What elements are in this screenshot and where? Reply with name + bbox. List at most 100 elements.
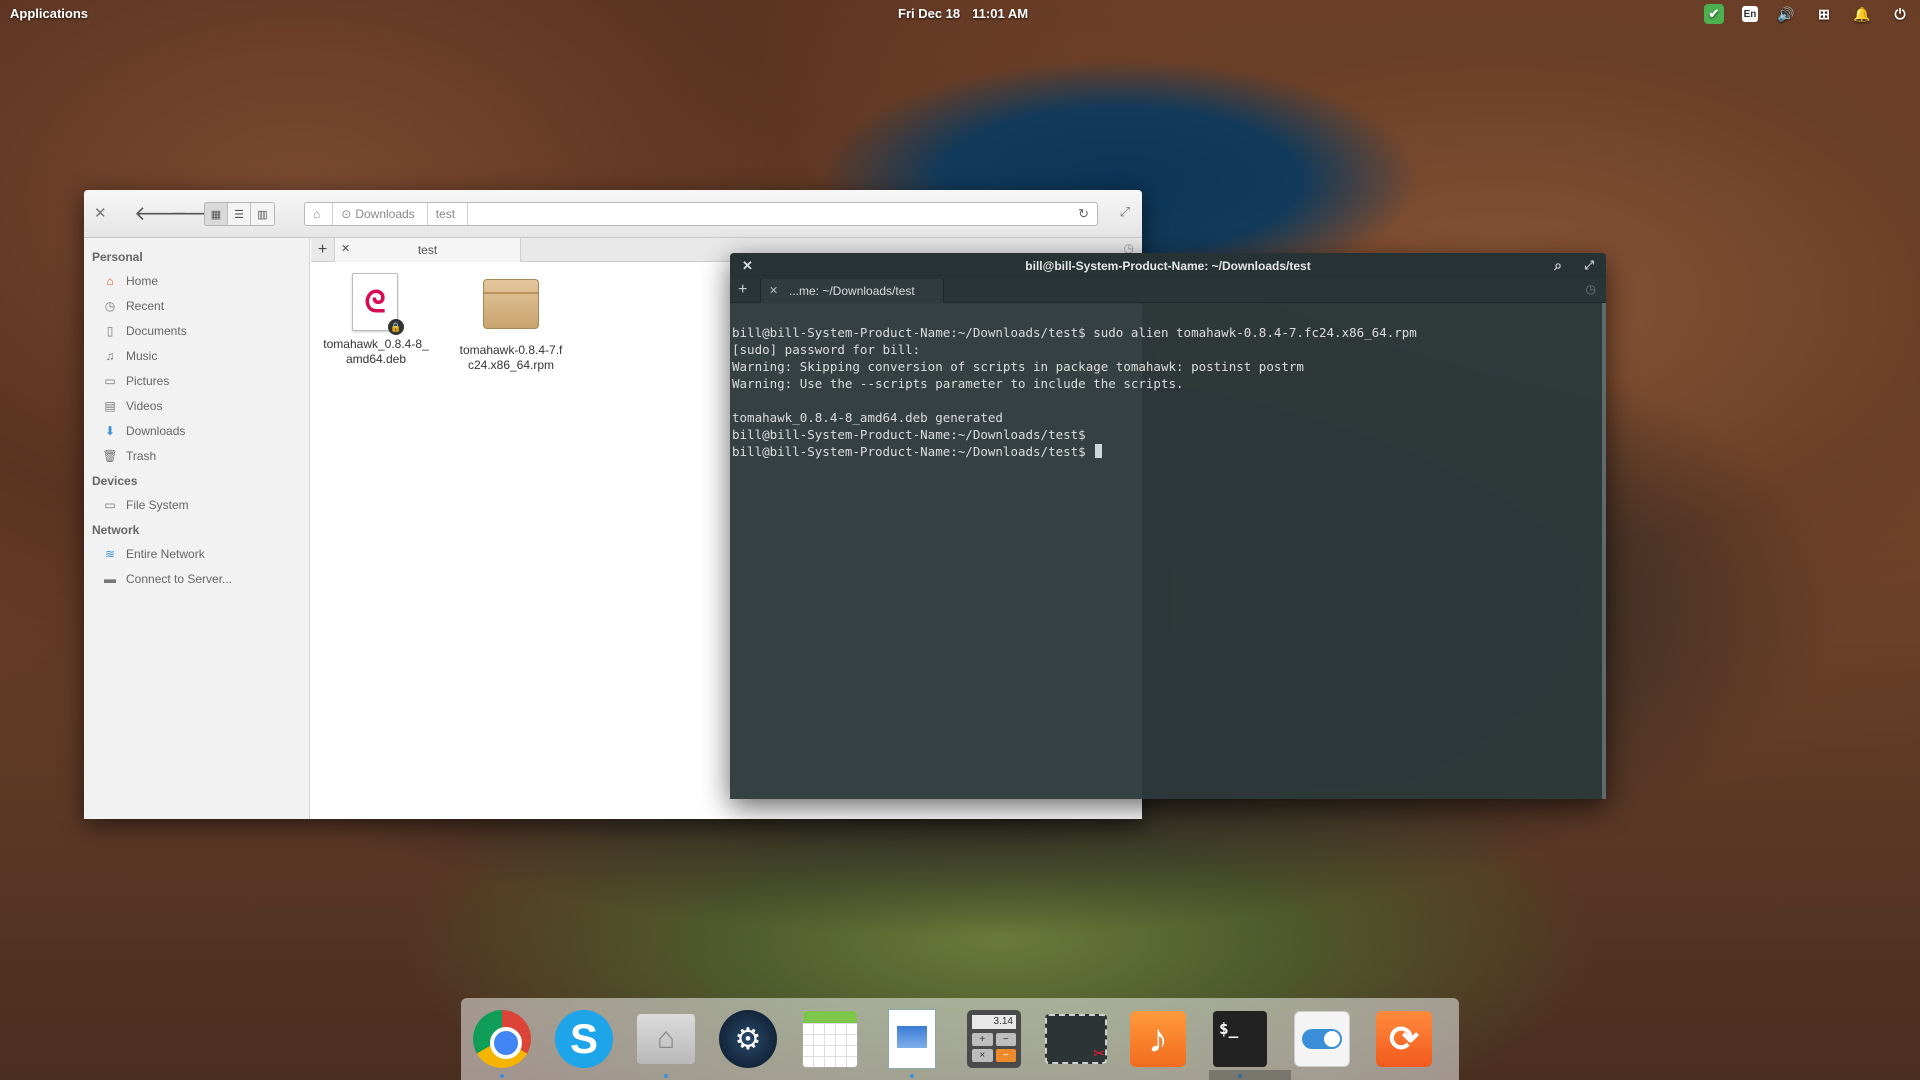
clock[interactable]: Fri Dec 18 11:01 AM [898, 6, 1028, 21]
dock-item-switchboard[interactable] [1291, 1008, 1353, 1070]
file-name-line2: amd64.deb [345, 352, 407, 366]
sidebar-item-documents[interactable]: ▯ Documents [84, 318, 309, 343]
calculator-display: 3.14 [972, 1015, 1016, 1029]
running-indicator [500, 1074, 504, 1078]
notifications-icon[interactable]: 🔔 [1852, 4, 1872, 24]
column-view-icon[interactable]: ▥ [251, 203, 274, 225]
file-name-line2: c24.x86_64.rpm [467, 358, 555, 372]
view-switcher: ▦ ☰ ▥ [204, 202, 275, 226]
sidebar-header-personal: Personal [92, 250, 143, 264]
terminal-output[interactable]: bill@bill-System-Product-Name:~/Download… [730, 303, 1606, 498]
sidebar-item-label: Entire Network [126, 546, 205, 561]
path-segment-label: Downloads [355, 207, 415, 221]
terminal-scrollbar[interactable] [1602, 303, 1606, 799]
calendar-icon [802, 1010, 858, 1068]
reload-icon[interactable]: ↻ [1078, 206, 1089, 222]
dock-item-steam[interactable]: ⚙ [717, 1008, 779, 1070]
sidebar-item-videos[interactable]: ▤ Videos [84, 393, 309, 418]
new-tab-button[interactable]: + [311, 238, 335, 262]
power-icon[interactable]: ⏻ [1890, 4, 1910, 24]
videos-icon: ▤ [104, 398, 116, 413]
close-icon[interactable]: ✕ [742, 258, 753, 274]
expand-icon[interactable]: ⤢ [1584, 258, 1594, 273]
skype-icon: S [555, 1010, 613, 1068]
drive-icon: ▭ [104, 497, 116, 512]
dock-item-screenshot[interactable]: ✂ [1045, 1008, 1107, 1070]
running-indicator [664, 1074, 668, 1078]
tab-test[interactable]: ✕ test [335, 238, 521, 262]
tab-history-icon[interactable]: ◷ [1586, 282, 1596, 296]
close-tab-icon[interactable]: ✕ [341, 242, 350, 255]
sidebar-item-entire-network[interactable]: ≋ Entire Network [84, 541, 309, 566]
terminal-line: bill@bill-System-Product-Name:~/Download… [732, 444, 1094, 459]
sidebar-item-recent[interactable]: ◷ Recent [84, 293, 309, 318]
path-segment-downloads[interactable]: ⊙ Downloads [333, 203, 428, 225]
sidebar-item-music[interactable]: ♫ Music [84, 343, 309, 368]
lock-icon: 🔒 [388, 319, 404, 335]
wifi-icon: ≋ [104, 546, 116, 561]
check-icon[interactable]: ✔ [1704, 4, 1724, 24]
sidebar-item-home[interactable]: ⌂ Home [84, 268, 309, 293]
close-tab-icon[interactable]: ✕ [769, 284, 778, 297]
applications-menu[interactable]: Applications [10, 6, 88, 21]
sidebar-item-pictures[interactable]: ▭ Pictures [84, 368, 309, 393]
dock-item-skype[interactable]: S [553, 1008, 615, 1070]
path-segment-test[interactable]: test [428, 203, 469, 225]
terminal-title: bill@bill-System-Product-Name: ~/Downloa… [1025, 259, 1311, 273]
dock-item-chrome[interactable] [471, 1008, 533, 1078]
file-item-rpm[interactable]: tomahawk-0.8.4-7.f c24.x86_64.rpm [446, 273, 576, 373]
sidebar-item-downloads[interactable]: ⬇ Downloads [84, 418, 309, 443]
path-home-segment[interactable]: ⌂ [305, 203, 334, 225]
terminal-icon: $_ [1213, 1011, 1267, 1067]
terminal-tab-label: ...me: ~/Downloads/test [789, 284, 915, 298]
indicator-area: ✔ En 🔊 ⊞ 🔔 ⏻ [1704, 4, 1910, 24]
list-view-icon[interactable]: ☰ [228, 203, 251, 225]
pictures-icon: ▭ [104, 373, 116, 388]
download-icon: ⊙ [341, 207, 352, 221]
text-cursor [1095, 444, 1103, 458]
terminal-tab[interactable]: ✕ ...me: ~/Downloads/test [760, 279, 944, 303]
path-bar[interactable]: ⌂ ⊙ Downloads test ↻ [304, 202, 1098, 226]
dock: S ⌂ ⚙ 3.14 + − × − ✂ ♪ $_ ⟳ [461, 998, 1459, 1080]
active-app-highlight [1209, 1070, 1291, 1080]
software-update-icon: ⟳ [1376, 1011, 1432, 1067]
running-indicator [910, 1074, 914, 1078]
dock-item-software-update[interactable]: ⟳ [1373, 1008, 1435, 1070]
close-icon[interactable]: ✕ [94, 204, 107, 222]
volume-icon[interactable]: 🔊 [1776, 4, 1796, 24]
dock-item-calculator[interactable]: 3.14 + − × − [963, 1008, 1025, 1070]
dock-item-music[interactable]: ♪ [1127, 1008, 1189, 1070]
file-item-deb[interactable]: ᘓ 🔒 tomahawk_0.8.4-8_ amd64.deb [311, 273, 441, 367]
dock-item-calendar[interactable] [799, 1008, 861, 1070]
grid-view-icon[interactable]: ▦ [205, 203, 228, 225]
file-name-line1: tomahawk-0.8.4-7.f [459, 343, 563, 357]
documents-icon: ▯ [106, 323, 114, 338]
sidebar-item-label: Home [126, 273, 159, 288]
keyboard-layout-icon[interactable]: En [1742, 6, 1758, 22]
sidebar-item-trash[interactable]: 🗑 Trash [84, 443, 309, 468]
package-box-icon [483, 279, 539, 337]
dock-item-terminal[interactable]: $_ [1209, 1008, 1271, 1078]
sidebar-item-connect-to-server[interactable]: ▬ Connect to Server... [84, 566, 309, 591]
sidebar-header-devices: Devices [92, 474, 138, 488]
sidebar-item-label: Trash [126, 448, 157, 463]
document-viewer-icon [888, 1009, 936, 1069]
expand-icon[interactable]: ⤢ [1120, 204, 1130, 220]
sidebar-item-label: Pictures [126, 373, 170, 388]
search-icon[interactable]: ⌕ [1554, 257, 1562, 274]
network-icon[interactable]: ⊞ [1814, 4, 1834, 24]
sidebar-item-label: Recent [126, 298, 165, 313]
file-name-line1: tomahawk_0.8.4-8_ [323, 337, 429, 351]
downloads-icon: ⬇ [104, 423, 116, 438]
sidebar-item-label: Downloads [126, 423, 186, 438]
dock-item-document-viewer[interactable] [881, 1008, 943, 1078]
file-manager-headerbar: ✕ 🡐 🡒 ▦ ☰ ▥ ⌂ ⊙ Downloads test ↻ ⤢ [84, 190, 1142, 238]
sidebar-item-file-system[interactable]: ▭ File System [84, 492, 309, 517]
chrome-icon [473, 1010, 531, 1068]
dock-item-files[interactable]: ⌂ [635, 1008, 697, 1078]
sidebar-header-network: Network [92, 523, 140, 537]
trash-icon: 🗑 [102, 448, 118, 463]
terminal-line: bill@bill-System-Product-Name:~/Download… [732, 325, 1417, 340]
new-tab-button[interactable]: + [738, 281, 747, 299]
